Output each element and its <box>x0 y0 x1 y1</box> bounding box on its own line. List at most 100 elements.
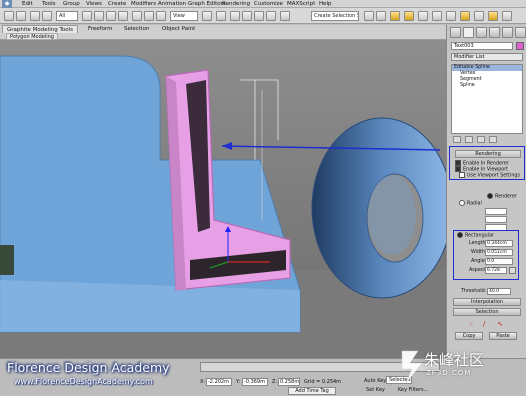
command-panel: Text003 Modifier List Editable Spline Ve… <box>446 25 526 358</box>
schematic-view-icon[interactable] <box>432 11 442 21</box>
selection-rollout-header[interactable]: Selection <box>453 308 521 316</box>
graphite-ribbon: Graphite Modeling Tools Freeform Selecti… <box>0 25 446 40</box>
menu-item-animation[interactable]: Animation <box>158 0 186 8</box>
selection-filter-dropdown[interactable]: All <box>56 11 78 21</box>
angle-spinner[interactable]: 0.0 <box>485 258 513 265</box>
menu-item-maxscript[interactable]: MAXScript <box>287 0 315 8</box>
renderer-radio[interactable]: Renderer <box>487 193 517 201</box>
menu-item-group[interactable]: Group <box>63 0 80 8</box>
spline-select-icon[interactable]: ∿ <box>497 320 505 328</box>
aspect-spinner[interactable]: 6.728 <box>485 267 507 274</box>
segment-select-icon[interactable]: ∕ <box>483 320 491 328</box>
modifier-list-dropdown[interactable]: Modifier List <box>451 53 523 61</box>
auto-key-button[interactable]: Auto Key <box>364 378 386 384</box>
modifier-stack[interactable]: Editable Spline Vertex Segment Spline <box>451 64 523 134</box>
reference-coordinate-dropdown[interactable]: View <box>170 11 198 21</box>
vertex-select-icon[interactable]: ⁖ <box>469 320 477 328</box>
tab-selection[interactable]: Selection <box>120 25 153 33</box>
use-viewport-settings-checkbox[interactable]: Use Viewport Settings <box>459 172 520 180</box>
sides-spinner[interactable] <box>485 216 507 223</box>
modify-tab-icon[interactable] <box>463 27 474 38</box>
percent-snap-icon[interactable] <box>254 11 264 21</box>
threshold-spinner[interactable]: 40.0 <box>487 288 511 295</box>
menu-item-views[interactable]: Views <box>86 0 102 8</box>
rotate-icon[interactable] <box>144 11 154 21</box>
checkbox-icon <box>459 172 465 178</box>
layer-manager-icon[interactable] <box>390 11 400 21</box>
align-icon[interactable] <box>376 11 386 21</box>
curve-editor-icon[interactable] <box>418 11 428 21</box>
rendering-rollout-header[interactable]: Rendering <box>455 150 521 158</box>
unlink-icon[interactable] <box>42 11 52 21</box>
move-icon[interactable] <box>132 11 142 21</box>
stack-item-spline[interactable]: Spline <box>452 83 522 89</box>
z-coord-field[interactable]: 0.258m <box>278 378 300 386</box>
named-selection-set-field[interactable]: Create Selection Se <box>311 11 359 21</box>
site-logo-text: 朱峰社区 <box>424 351 485 369</box>
pin-stack-icon[interactable] <box>453 136 461 143</box>
link-icon[interactable] <box>30 11 40 21</box>
utilities-tab-icon[interactable] <box>515 27 526 38</box>
y-coord-field[interactable]: -0.369m <box>242 378 268 386</box>
menu-item-graph-editors[interactable]: Graph Editors <box>188 0 226 8</box>
subtab-polygon-modeling[interactable]: Polygon Modeling <box>6 33 58 40</box>
menu-item-edit[interactable]: Edit <box>22 0 33 8</box>
radial-radio[interactable]: Radial <box>459 200 482 208</box>
main-toolbar: All View Create Selection Se <box>0 8 526 24</box>
teapot-render-icon[interactable] <box>502 11 512 21</box>
material-editor-icon[interactable] <box>446 11 456 21</box>
select-manipulate-icon[interactable] <box>216 11 226 21</box>
copy-button[interactable]: Copy <box>455 332 483 340</box>
edit-named-selection-icon[interactable] <box>280 11 290 21</box>
menu-item-customize[interactable]: Customize <box>254 0 283 8</box>
tab-freeform[interactable]: Freeform <box>84 25 117 33</box>
remove-modifier-icon[interactable] <box>489 136 497 143</box>
menu-item-rendering[interactable]: Rendering <box>222 0 250 8</box>
hierarchy-tab-icon[interactable] <box>476 27 487 38</box>
create-tab-icon[interactable] <box>450 27 461 38</box>
lock-aspect-icon[interactable] <box>509 267 516 274</box>
thickness-spinner[interactable] <box>485 208 507 215</box>
redo-icon[interactable] <box>16 11 26 21</box>
spinner-snap-icon[interactable] <box>266 11 276 21</box>
make-unique-icon[interactable] <box>477 136 485 143</box>
display-tab-icon[interactable] <box>502 27 513 38</box>
paste-button[interactable]: Paste <box>489 332 517 340</box>
rectangular-radio[interactable]: Rectangular <box>457 232 494 240</box>
snap-toggle-icon[interactable] <box>230 11 240 21</box>
angle-snap-icon[interactable] <box>242 11 252 21</box>
menu-item-help[interactable]: Help <box>319 0 332 8</box>
object-color-swatch[interactable] <box>516 42 524 50</box>
menu-item-modifiers[interactable]: Modifiers <box>131 0 156 8</box>
x-coord-field[interactable]: -2.202m <box>206 378 232 386</box>
menu-item-tools[interactable]: Tools <box>42 0 56 8</box>
interpolation-rollout-header[interactable]: Interpolation <box>453 298 521 306</box>
motion-tab-icon[interactable] <box>489 27 500 38</box>
tab-graphite-modeling-tools[interactable]: Graphite Modeling Tools <box>2 25 79 33</box>
tab-object-paint[interactable]: Object Paint <box>158 25 199 33</box>
use-viewport-settings-label: Use Viewport Settings <box>467 173 520 179</box>
rectangular-selection-icon[interactable] <box>106 11 116 21</box>
menu-item-create[interactable]: Create <box>108 0 126 8</box>
undo-icon[interactable] <box>4 11 14 21</box>
render-setup-icon[interactable] <box>460 11 470 21</box>
select-object-icon[interactable] <box>82 11 92 21</box>
render-production-icon[interactable] <box>488 11 498 21</box>
angle-label: Angle: <box>471 259 487 264</box>
site-logo-url: ZF3D.COM <box>426 369 472 377</box>
graphite-toggle-icon[interactable] <box>404 11 414 21</box>
set-key-button[interactable]: Set Key <box>366 387 385 393</box>
rendered-frame-window-icon[interactable] <box>474 11 484 21</box>
object-name-field[interactable]: Text003 <box>451 42 513 50</box>
scale-icon[interactable] <box>156 11 166 21</box>
window-crossing-icon[interactable] <box>118 11 128 21</box>
width-spinner[interactable]: 0.051cm <box>485 249 513 256</box>
app-logo-icon[interactable]: ◆ <box>2 0 12 8</box>
perspective-viewport[interactable] <box>0 40 446 358</box>
grid-size-text: Grid = 0.254m <box>304 379 342 385</box>
show-end-result-icon[interactable] <box>465 136 473 143</box>
length-spinner[interactable]: 0.344cm <box>485 240 513 247</box>
select-by-name-icon[interactable] <box>94 11 104 21</box>
pivot-icon[interactable] <box>202 11 212 21</box>
mirror-icon[interactable] <box>364 11 374 21</box>
